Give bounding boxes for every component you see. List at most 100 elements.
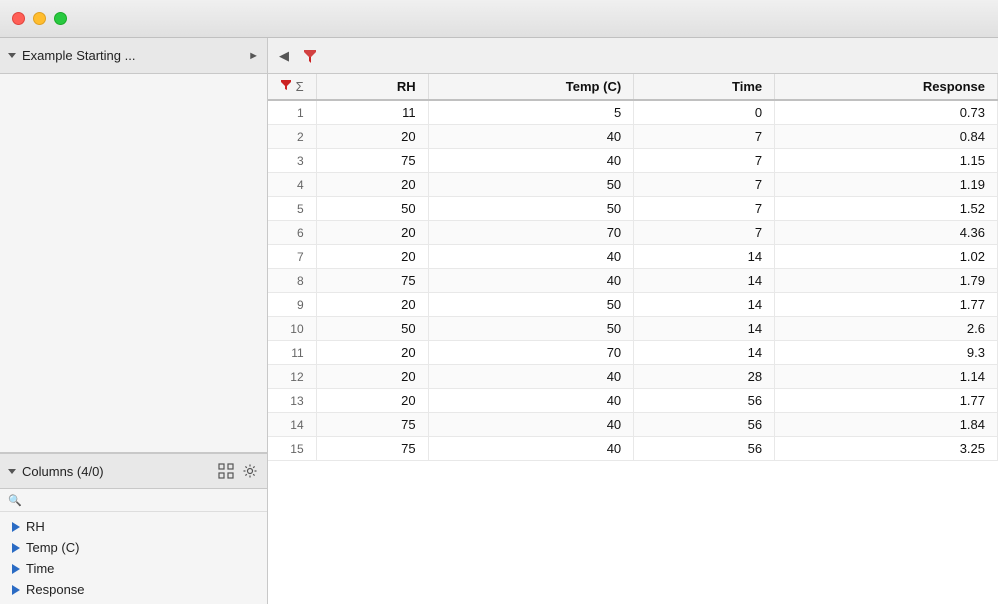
cell-time: 14 <box>634 293 775 317</box>
col-header-response[interactable]: Response <box>775 74 998 100</box>
col-header-time[interactable]: Time <box>634 74 775 100</box>
column-type-icon <box>12 585 20 595</box>
search-icon: 🔍 <box>8 494 22 507</box>
cell-rownum: 8 <box>268 269 316 293</box>
table-header-row: Σ RH Temp (C) Time Response <box>268 74 998 100</box>
cell-time: 14 <box>634 245 775 269</box>
cell-response: 1.19 <box>775 173 998 197</box>
columns-search-input[interactable] <box>26 493 259 507</box>
cell-temp: 40 <box>428 149 634 173</box>
cell-rownum: 9 <box>268 293 316 317</box>
table-row[interactable]: 87540141.79 <box>268 269 998 293</box>
app-body: Example Starting ... ► Columns (4/0) <box>0 38 998 604</box>
list-item[interactable]: Temp (C) <box>0 537 267 558</box>
title-bar <box>0 0 998 38</box>
cell-rownum: 13 <box>268 389 316 413</box>
table-row[interactable]: 132040561.77 <box>268 389 998 413</box>
data-table-container[interactable]: Σ RH Temp (C) Time Response 111500.73220… <box>268 74 998 604</box>
table-toolbar: ◀ <box>268 38 998 74</box>
cell-temp: 40 <box>428 245 634 269</box>
cell-rh: 20 <box>316 293 428 317</box>
cell-response: 0.73 <box>775 100 998 125</box>
cell-time: 28 <box>634 365 775 389</box>
cell-temp: 5 <box>428 100 634 125</box>
col-header-temp[interactable]: Temp (C) <box>428 74 634 100</box>
filter-dropdown-icon <box>302 48 318 64</box>
table-row[interactable]: 111500.73 <box>268 100 998 125</box>
maximize-button[interactable] <box>54 12 67 25</box>
table-row[interactable]: 72040141.02 <box>268 245 998 269</box>
table-row[interactable]: 147540561.84 <box>268 413 998 437</box>
cell-rh: 20 <box>316 341 428 365</box>
cell-response: 1.52 <box>775 197 998 221</box>
table-row[interactable]: 105050142.6 <box>268 317 998 341</box>
cell-time: 7 <box>634 149 775 173</box>
column-type-icon <box>12 564 20 574</box>
cell-rownum: 12 <box>268 365 316 389</box>
table-row[interactable]: 3754071.15 <box>268 149 998 173</box>
list-item[interactable]: Time <box>0 558 267 579</box>
filter-dropdown-button[interactable] <box>300 46 320 66</box>
column-name: Response <box>26 582 85 597</box>
datasource-collapse-icon[interactable] <box>8 53 16 58</box>
cell-rh: 20 <box>316 221 428 245</box>
cell-rownum: 15 <box>268 437 316 461</box>
cell-time: 14 <box>634 269 775 293</box>
cell-response: 1.77 <box>775 389 998 413</box>
cell-time: 7 <box>634 173 775 197</box>
cell-rh: 20 <box>316 245 428 269</box>
cell-rh: 75 <box>316 149 428 173</box>
table-row[interactable]: 112070149.3 <box>268 341 998 365</box>
datasource-panel: Example Starting ... ► <box>0 38 267 453</box>
cell-temp: 40 <box>428 125 634 149</box>
col-header-rh[interactable]: RH <box>316 74 428 100</box>
table-body: 111500.732204070.843754071.154205071.195… <box>268 100 998 461</box>
columns-gear-button[interactable] <box>241 462 259 480</box>
cell-response: 4.36 <box>775 221 998 245</box>
cell-rh: 20 <box>316 173 428 197</box>
cell-response: 9.3 <box>775 341 998 365</box>
cell-response: 1.02 <box>775 245 998 269</box>
table-row[interactable]: 5505071.52 <box>268 197 998 221</box>
close-button[interactable] <box>12 12 25 25</box>
sidebar: Example Starting ... ► Columns (4/0) <box>0 38 268 604</box>
cell-rh: 20 <box>316 125 428 149</box>
datasource-arrow-icon[interactable]: ► <box>248 50 259 62</box>
column-filter-icon[interactable] <box>280 79 292 91</box>
cell-temp: 50 <box>428 317 634 341</box>
cell-temp: 50 <box>428 293 634 317</box>
datasource-title: Example Starting ... <box>22 48 242 63</box>
table-row[interactable]: 122040281.14 <box>268 365 998 389</box>
cell-rh: 50 <box>316 197 428 221</box>
cell-rownum: 5 <box>268 197 316 221</box>
cell-temp: 50 <box>428 173 634 197</box>
table-row[interactable]: 2204070.84 <box>268 125 998 149</box>
table-row[interactable]: 4205071.19 <box>268 173 998 197</box>
columns-settings-button[interactable] <box>217 462 235 480</box>
table-row[interactable]: 92050141.77 <box>268 293 998 317</box>
cell-response: 0.84 <box>775 125 998 149</box>
cell-rownum: 4 <box>268 173 316 197</box>
cell-temp: 40 <box>428 413 634 437</box>
table-row[interactable]: 6207074.36 <box>268 221 998 245</box>
columns-header[interactable]: Columns (4/0) <box>0 453 267 489</box>
columns-collapse-icon[interactable] <box>8 469 16 474</box>
cell-response: 1.84 <box>775 413 998 437</box>
list-item[interactable]: RH <box>0 516 267 537</box>
column-name: RH <box>26 519 45 534</box>
back-arrow-button[interactable]: ◀ <box>274 46 294 66</box>
cell-time: 14 <box>634 317 775 341</box>
cell-rh: 75 <box>316 413 428 437</box>
minimize-button[interactable] <box>33 12 46 25</box>
cell-rh: 50 <box>316 317 428 341</box>
table-row[interactable]: 157540563.25 <box>268 437 998 461</box>
cell-rownum: 1 <box>268 100 316 125</box>
main-content: ◀ Σ <box>268 38 998 604</box>
col-header-rownum[interactable]: Σ <box>268 74 316 100</box>
cell-rh: 75 <box>316 269 428 293</box>
datasource-header[interactable]: Example Starting ... ► <box>0 38 267 74</box>
cell-rownum: 7 <box>268 245 316 269</box>
cell-time: 56 <box>634 389 775 413</box>
cell-rownum: 6 <box>268 221 316 245</box>
list-item[interactable]: Response <box>0 579 267 600</box>
